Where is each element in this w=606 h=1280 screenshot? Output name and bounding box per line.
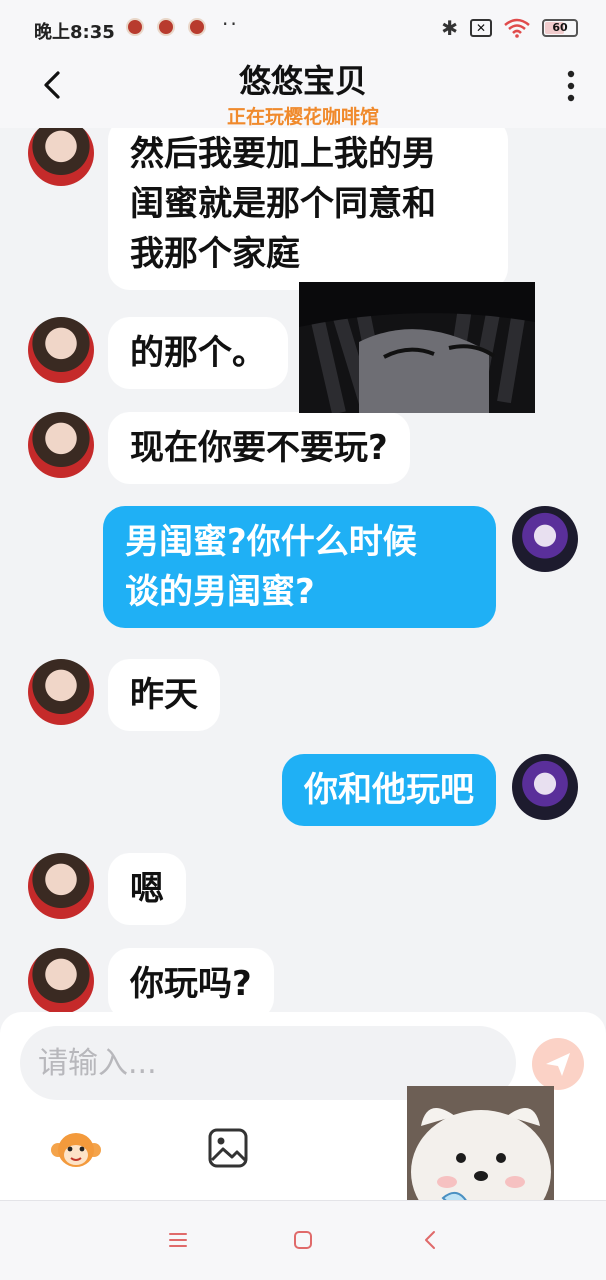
notification-app-icon [126,18,144,36]
wifi-icon [504,18,530,38]
notification-app-icon [157,18,175,36]
message-outgoing: 你和他玩吧 [282,754,578,826]
battery-level: 60 [552,21,568,34]
contact-status: 正在玩樱花咖啡馆 [226,106,379,128]
contact-avatar[interactable] [28,853,94,919]
message-incoming: 的那个。 [28,317,288,389]
send-icon [546,1053,570,1076]
message-bubble[interactable]: 你玩吗? [108,948,274,1012]
more-notifications-indicator: ·· [222,12,239,36]
message-bubble[interactable]: 你和他玩吧 [282,754,496,826]
status-time: 晚上8:35 [34,22,115,43]
message-incoming: 然后我要加上我的男 闺蜜就是那个同意和 我那个家庭 [28,128,508,290]
status-bar: 晚上8:35 ·· ✱ ✕ 60 [0,0,606,56]
message-bubble[interactable]: 男闺蜜?你什么时候 谈的男闺蜜? [103,506,496,628]
message-incoming: 昨天 [28,659,220,731]
back-triangle-icon[interactable] [422,1229,438,1251]
image-icon[interactable] [207,1127,249,1169]
more-vertical-icon[interactable] [566,70,576,102]
contact-name: 悠悠宝贝 [238,62,367,100]
message-incoming: 现在你要不要玩? [28,412,410,484]
no-sim-icon: ✕ [470,19,492,37]
contact-avatar[interactable] [28,412,94,478]
message-incoming: 嗯 [28,853,186,925]
battery-icon: 60 [542,19,578,37]
monkey-emoji-icon[interactable] [50,1128,102,1172]
message-bubble[interactable]: 然后我要加上我的男 闺蜜就是那个同意和 我那个家庭 [108,128,508,290]
chat-messages[interactable]: 然后我要加上我的男 闺蜜就是那个同意和 我那个家庭 的那个。 现在你要不要玩? … [0,128,606,1012]
sticker-image[interactable] [299,282,535,413]
send-button[interactable] [532,1038,584,1090]
message-bubble[interactable]: 嗯 [108,853,186,925]
bluetooth-icon: ✱ [441,16,458,40]
home-square-icon[interactable] [293,1230,313,1250]
message-outgoing: 男闺蜜?你什么时候 谈的男闺蜜? [103,506,578,628]
contact-avatar[interactable] [28,948,94,1012]
chat-header: 悠悠宝贝 正在玩樱花咖啡馆 [0,56,606,128]
my-avatar[interactable] [512,754,578,820]
system-nav-bar [0,1200,606,1280]
message-bubble[interactable]: 的那个。 [108,317,288,389]
message-incoming: 你玩吗? [28,948,274,1012]
contact-avatar[interactable] [28,659,94,725]
notification-app-icon [188,18,206,36]
message-bubble[interactable]: 现在你要不要玩? [108,412,410,484]
message-bubble[interactable]: 昨天 [108,659,220,731]
contact-avatar[interactable] [28,128,94,186]
my-avatar[interactable] [512,506,578,572]
contact-avatar[interactable] [28,317,94,383]
menu-icon[interactable] [168,1231,188,1249]
